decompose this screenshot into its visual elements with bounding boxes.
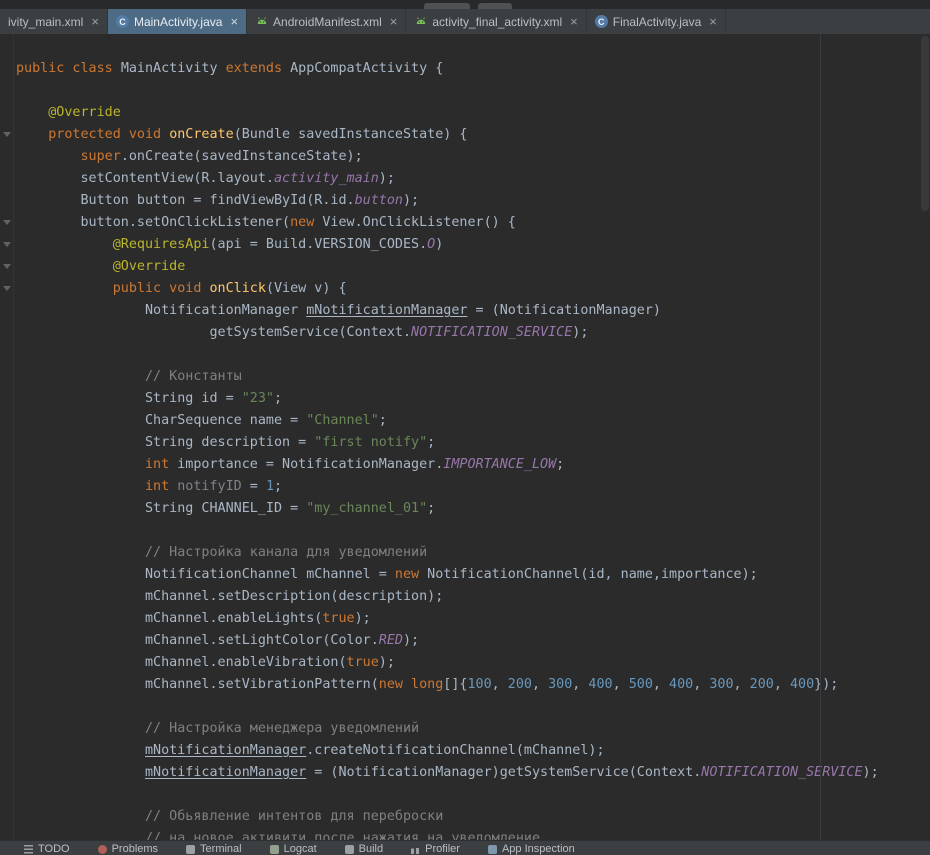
code-line[interactable]: @Override <box>16 256 930 278</box>
code-editor[interactable]: public class MainActivity extends AppCom… <box>0 34 930 843</box>
toolwindow-label: App Inspection <box>502 843 575 855</box>
code-line[interactable] <box>16 696 930 718</box>
code-line[interactable]: setContentView(R.layout.activity_main); <box>16 168 930 190</box>
code-line[interactable]: super.onCreate(savedInstanceState); <box>16 146 930 168</box>
fold-marker-icon[interactable] <box>3 220 11 225</box>
code-area[interactable]: public class MainActivity extends AppCom… <box>16 58 930 843</box>
code-line[interactable]: CharSequence name = "Channel"; <box>16 410 930 432</box>
code-line[interactable]: public class MainActivity extends AppCom… <box>16 58 930 80</box>
code-line[interactable]: public void onClick(View v) { <box>16 278 930 300</box>
editor-tab-androidmanifest-xml[interactable]: AndroidManifest.xml × <box>247 9 406 34</box>
logcat-icon <box>270 845 279 854</box>
toolwindow-button-build[interactable]: Build <box>345 843 383 855</box>
tab-close-icon[interactable]: × <box>91 15 99 28</box>
tab-label: ivity_main.xml <box>8 15 83 29</box>
editor-tab-bar: ivity_main.xml×CMainActivity.java×Androi… <box>0 9 930 35</box>
code-line[interactable]: mChannel.setVibrationPattern(new long[]{… <box>16 674 930 696</box>
toolwindow-label: Logcat <box>284 843 317 855</box>
toolwindow-button-logcat[interactable]: Logcat <box>270 843 317 855</box>
java-class-icon: C <box>595 15 608 28</box>
run-config-fragment[interactable] <box>424 3 470 9</box>
code-line[interactable]: String id = "23"; <box>16 388 930 410</box>
code-line[interactable]: // Настройка менеджера уведомлений <box>16 718 930 740</box>
android-file-icon <box>414 15 427 28</box>
code-line[interactable]: Button button = findViewById(R.id.button… <box>16 190 930 212</box>
toolwindow-label: Terminal <box>200 843 242 855</box>
code-line[interactable]: String CHANNEL_ID = "my_channel_01"; <box>16 498 930 520</box>
tab-close-icon[interactable]: × <box>390 15 398 28</box>
toolwindow-label: Problems <box>112 843 158 855</box>
ide-window: ivity_main.xml×CMainActivity.java×Androi… <box>0 0 930 855</box>
status-bar: TODO Problems Terminal Logcat Build Profiler A… <box>0 840 930 855</box>
toolbar-strip <box>0 0 930 9</box>
code-line[interactable]: NotificationManager mNotificationManager… <box>16 300 930 322</box>
tab-close-icon[interactable]: × <box>230 15 238 28</box>
tab-label: FinalActivity.java <box>613 15 701 29</box>
fold-marker-icon[interactable] <box>3 242 11 247</box>
code-line[interactable]: // Обьявление интентов для переброски <box>16 806 930 828</box>
toolwindow-button-todo[interactable]: TODO <box>24 843 70 855</box>
code-line[interactable]: int notifyID = 1; <box>16 476 930 498</box>
toolwindow-button-profiler[interactable]: Profiler <box>411 843 460 855</box>
code-line[interactable]: mChannel.setLightColor(Color.RED); <box>16 630 930 652</box>
code-line[interactable]: NotificationChannel mChannel = new Notif… <box>16 564 930 586</box>
editor-tab-ivity-main-xml[interactable]: ivity_main.xml × <box>0 9 108 34</box>
todo-icon <box>24 845 33 854</box>
code-line[interactable]: protected void onCreate(Bundle savedInst… <box>16 124 930 146</box>
editor-gutter <box>0 58 14 843</box>
code-line[interactable]: mNotificationManager = (NotificationMana… <box>16 762 930 784</box>
toolwindow-button-problems[interactable]: Problems <box>98 843 158 855</box>
code-line[interactable]: @RequiresApi(api = Build.VERSION_CODES.O… <box>16 234 930 256</box>
code-line[interactable] <box>16 520 930 542</box>
tab-label: activity_final_activity.xml <box>432 15 562 29</box>
code-line[interactable] <box>16 80 930 102</box>
android-file-icon <box>255 15 268 28</box>
editor-scrollbar[interactable] <box>921 36 929 211</box>
tab-close-icon[interactable]: × <box>570 15 578 28</box>
fold-marker-icon[interactable] <box>3 286 11 291</box>
code-line[interactable] <box>16 344 930 366</box>
editor-tab-activity-final-activity-xml[interactable]: activity_final_activity.xml × <box>406 9 586 34</box>
fold-marker-icon[interactable] <box>3 264 11 269</box>
code-line[interactable]: mNotificationManager.createNotificationC… <box>16 740 930 762</box>
editor-tab-finalactivity-java[interactable]: C FinalActivity.java × <box>587 9 726 34</box>
code-line[interactable]: button.setOnClickListener(new View.OnCli… <box>16 212 930 234</box>
code-line[interactable]: String description = "first notify"; <box>16 432 930 454</box>
toolwindow-label: Profiler <box>425 843 460 855</box>
code-line[interactable]: getSystemService(Context.NOTIFICATION_SE… <box>16 322 930 344</box>
java-class-icon: C <box>116 15 129 28</box>
code-line[interactable] <box>16 784 930 806</box>
toolwindow-button-app-inspection[interactable]: App Inspection <box>488 843 575 855</box>
hard-wrap-guide <box>820 34 821 843</box>
problems-icon <box>98 845 107 854</box>
code-line[interactable]: @Override <box>16 102 930 124</box>
toolbar-button-fragment[interactable] <box>478 3 512 9</box>
code-line[interactable]: mChannel.enableLights(true); <box>16 608 930 630</box>
app-inspection-icon <box>488 845 497 854</box>
fold-marker-icon[interactable] <box>3 132 11 137</box>
code-line[interactable]: mChannel.enableVibration(true); <box>16 652 930 674</box>
terminal-icon <box>186 845 195 854</box>
tab-close-icon[interactable]: × <box>709 15 717 28</box>
code-line[interactable]: // Константы <box>16 366 930 388</box>
editor-tab-mainactivity-java[interactable]: C MainActivity.java × <box>108 9 247 34</box>
profiler-icon <box>411 845 420 854</box>
toolwindow-button-terminal[interactable]: Terminal <box>186 843 242 855</box>
code-line[interactable]: int importance = NotificationManager.IMP… <box>16 454 930 476</box>
code-line[interactable]: mChannel.setDescription(description); <box>16 586 930 608</box>
build-icon <box>345 845 354 854</box>
tab-label: AndroidManifest.xml <box>273 15 382 29</box>
toolwindow-label: TODO <box>38 843 70 855</box>
tab-label: MainActivity.java <box>134 15 222 29</box>
code-line[interactable]: // Настройка канала для уведомлений <box>16 542 930 564</box>
toolwindow-label: Build <box>359 843 383 855</box>
